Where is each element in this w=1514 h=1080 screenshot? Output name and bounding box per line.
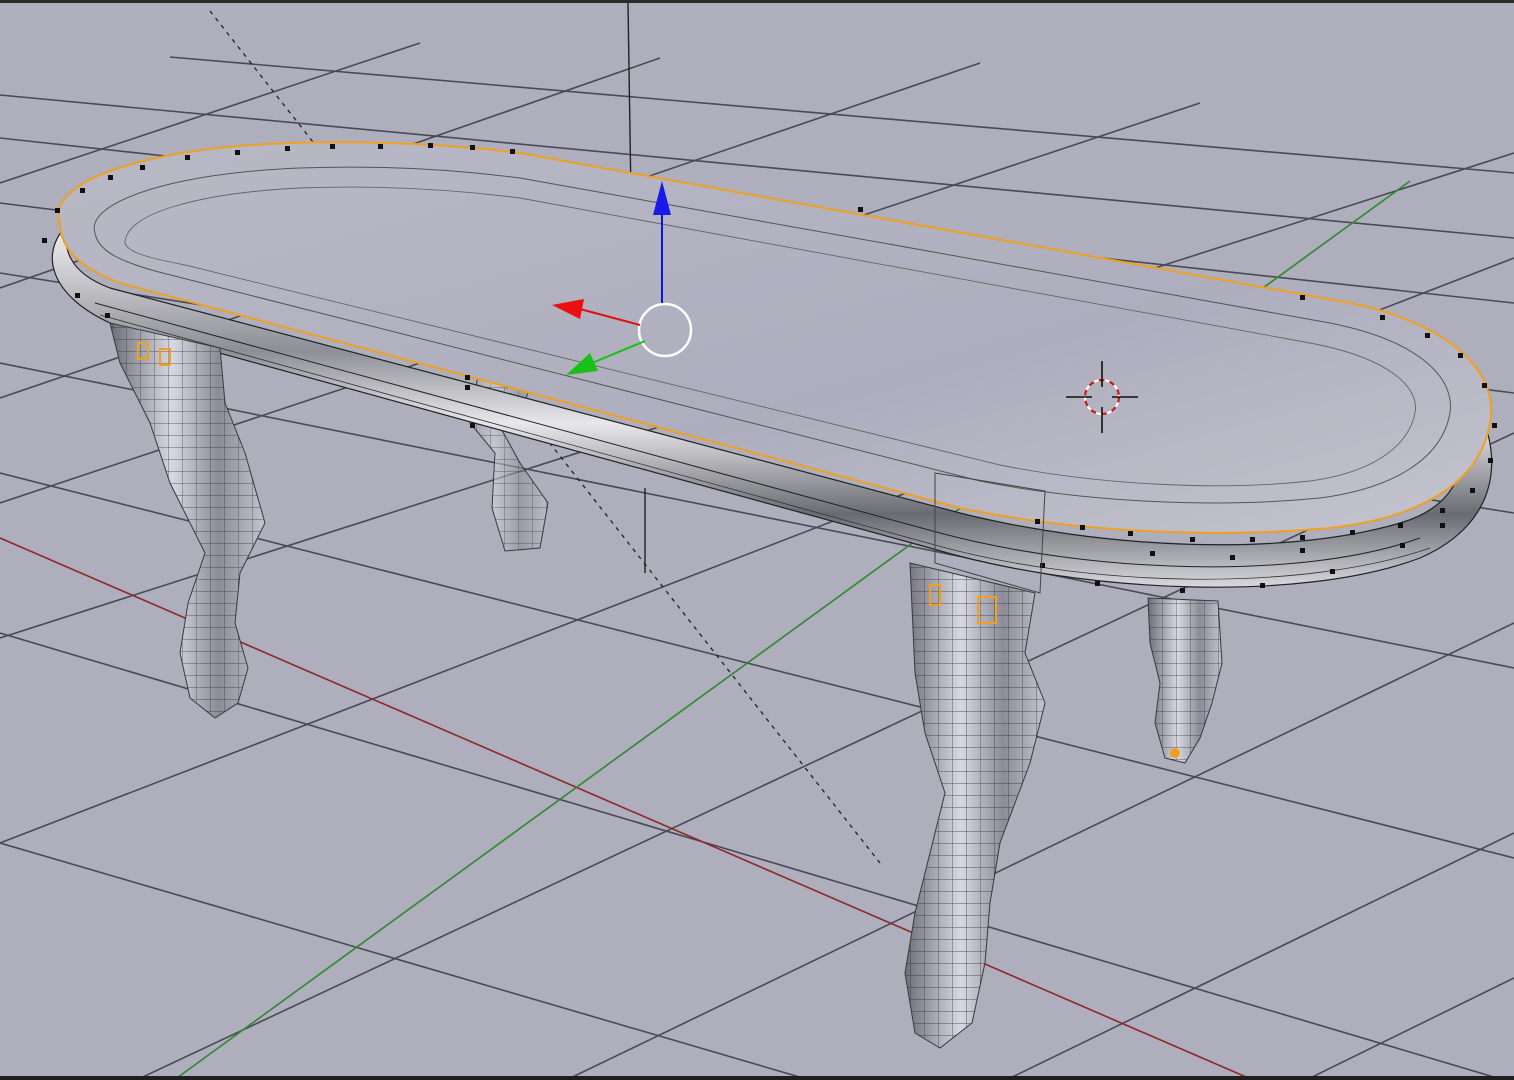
3d-viewport[interactable]: [0, 0, 1514, 1080]
viewport-canvas[interactable]: [0, 3, 1514, 1080]
table-leg-right-rear-visible[interactable]: [1147, 597, 1223, 764]
